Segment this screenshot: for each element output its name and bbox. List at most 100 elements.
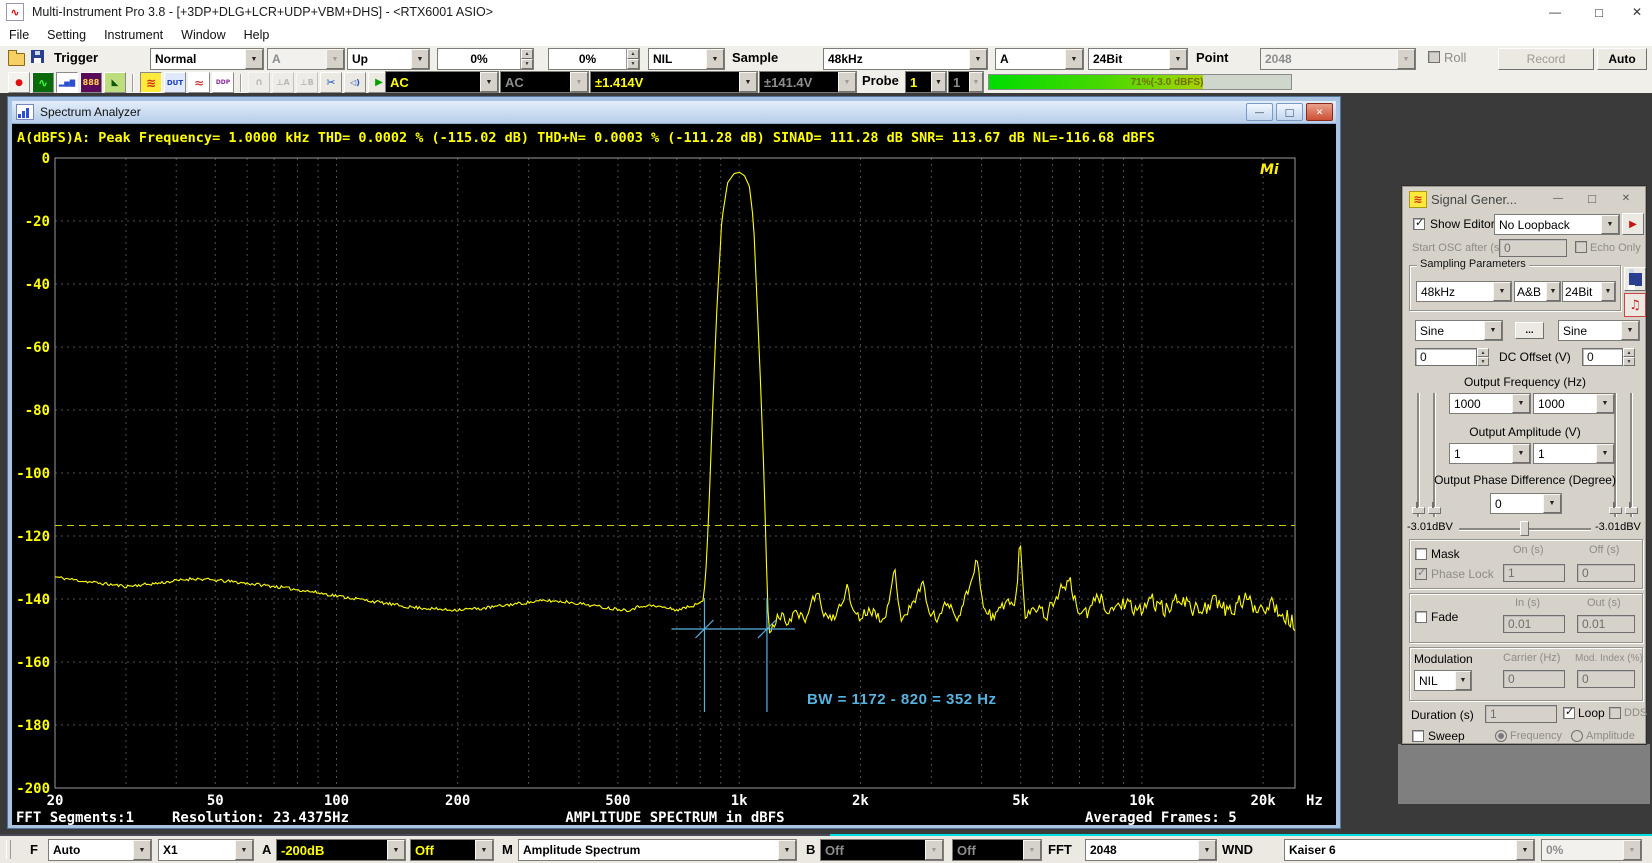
auto-button[interactable]: Auto (1597, 48, 1647, 70)
spinner-buttons[interactable] (1623, 348, 1635, 366)
dropdown-arrow-icon[interactable] (1065, 49, 1083, 69)
spin-down-icon[interactable] (1623, 357, 1635, 366)
close-icon[interactable] (1622, 0, 1652, 24)
a-range-select[interactable]: -200dB (276, 839, 406, 861)
dropdown-arrow-icon[interactable] (1543, 494, 1561, 513)
maximize-icon[interactable] (1580, 0, 1618, 24)
dropdown-arrow-icon[interactable] (778, 840, 796, 860)
phase-difference-select[interactable]: 0 (1490, 493, 1562, 514)
dropdown-arrow-icon[interactable] (969, 49, 987, 69)
open-file-icon[interactable] (8, 53, 25, 66)
probe-calibration-icon[interactable]: ✂ (320, 72, 342, 93)
maximize-icon[interactable] (1583, 191, 1601, 206)
amplitude-a-select[interactable]: 1 (1449, 443, 1531, 464)
menu-instrument[interactable]: Instrument (95, 28, 172, 42)
spin-down-icon[interactable] (1477, 357, 1489, 366)
frequency-b-select[interactable]: 1000 (1533, 393, 1615, 414)
save-file-icon[interactable] (31, 50, 44, 63)
fade-checkbox[interactable] (1415, 611, 1427, 623)
derived-data-point-icon[interactable]: ≈ (188, 72, 210, 93)
spin-down-icon[interactable] (521, 59, 533, 69)
fader-track-a1[interactable] (1417, 393, 1419, 517)
fader-track-b2[interactable] (1630, 393, 1632, 517)
frequency-a-select[interactable]: 1000 (1449, 393, 1531, 414)
minimize-icon[interactable] (1246, 103, 1273, 121)
dropdown-arrow-icon[interactable] (931, 72, 946, 92)
trigger-hpf-select[interactable]: NIL (648, 48, 725, 70)
maximize-icon[interactable] (1276, 103, 1303, 121)
coupling-a-select[interactable]: AC (385, 71, 499, 93)
sample-bits-select[interactable]: 24Bit (1088, 48, 1188, 70)
spinner-buttons[interactable] (626, 49, 639, 69)
balance-slider-handle[interactable] (1520, 521, 1529, 536)
cursor-reader-b-icon[interactable]: ⊥B (296, 72, 318, 93)
dropdown-arrow-icon[interactable] (1601, 282, 1615, 301)
dropdown-arrow-icon[interactable] (1621, 321, 1639, 340)
fft-size-select[interactable]: 2048 (1085, 839, 1217, 861)
dropdown-arrow-icon[interactable] (1596, 444, 1614, 463)
dropdown-arrow-icon[interactable] (1512, 394, 1530, 413)
range-a-select[interactable]: ±1.414V (590, 71, 758, 93)
minimize-icon[interactable] (1549, 191, 1567, 206)
spin-up-icon[interactable] (521, 49, 533, 59)
fader-handle[interactable] (1609, 507, 1622, 514)
menu-help[interactable]: Help (235, 28, 279, 42)
generator-run-icon[interactable]: ▶ (1622, 213, 1644, 235)
sample-channel-select[interactable]: A (995, 48, 1084, 70)
spectrum-window-titlebar[interactable]: Spectrum Analyzer (12, 101, 1336, 124)
fader-track-a2[interactable] (1433, 393, 1435, 517)
trigger-mode-select[interactable]: Normal (150, 48, 264, 70)
dropdown-arrow-icon[interactable] (387, 840, 405, 860)
fader-handle[interactable] (1428, 507, 1441, 514)
save-signal-button[interactable] (1624, 267, 1646, 291)
close-icon[interactable] (1617, 191, 1635, 206)
dropdown-arrow-icon[interactable] (411, 49, 429, 69)
dropdown-arrow-icon[interactable] (475, 840, 493, 860)
spectrum-chart[interactable]: 0-20-40-60-80-100-120-140-160-180-200205… (12, 152, 1336, 825)
loop-checkbox[interactable] (1563, 707, 1575, 719)
spectrum-analyzer-icon[interactable]: ▂▅▇ (56, 72, 78, 93)
dropdown-arrow-icon[interactable] (1198, 840, 1216, 860)
show-editor-checkbox[interactable] (1413, 218, 1425, 230)
waveform-a-select[interactable]: Sine (1415, 320, 1503, 341)
loopback-select[interactable]: No Loopback (1494, 214, 1620, 235)
title-bar[interactable]: ∿ Multi-Instrument Pro 3.8 - [+3DP+DLG+L… (0, 0, 1652, 25)
dropdown-arrow-icon[interactable] (1596, 394, 1614, 413)
dc-offset-a-field[interactable]: 0 (1415, 348, 1477, 366)
generator-channels-select[interactable]: A&B (1514, 281, 1561, 302)
music-note-icon[interactable]: ♫ (1624, 293, 1646, 317)
spectrum-3d-plot-icon[interactable]: ◣ (104, 72, 126, 93)
dropdown-arrow-icon[interactable] (1455, 671, 1471, 690)
trigger-delay-stepper[interactable]: 0% (548, 48, 640, 70)
sample-rate-select[interactable]: 48kHz (823, 48, 988, 70)
dropdown-arrow-icon[interactable] (1601, 215, 1619, 234)
plot-area[interactable]: 0-20-40-60-80-100-120-140-160-180-200205… (12, 152, 1336, 825)
menu-setting[interactable]: Setting (38, 28, 95, 42)
dropdown-arrow-icon[interactable] (480, 72, 498, 92)
waveform-b-select[interactable]: Sine (1558, 320, 1640, 341)
dropdown-arrow-icon[interactable] (235, 840, 253, 860)
mask-checkbox[interactable] (1415, 548, 1427, 560)
cursor-reader-a-icon[interactable]: ⊥A (272, 72, 294, 93)
window-function-select[interactable]: Kaiser 6 (1284, 839, 1535, 861)
dropdown-arrow-icon[interactable] (1484, 321, 1502, 340)
menu-window[interactable]: Window (172, 28, 234, 42)
close-icon[interactable] (1306, 103, 1333, 121)
spin-up-icon[interactable] (1623, 348, 1635, 357)
a-reference-select[interactable]: Off (410, 839, 494, 861)
spinner-buttons[interactable] (1477, 348, 1489, 366)
generator-titlebar[interactable]: ≋ Signal Gener... (1403, 187, 1645, 211)
spin-up-icon[interactable] (1477, 348, 1489, 357)
frequency-range-select[interactable]: Auto (48, 839, 152, 861)
more-options-button[interactable]: ... (1515, 322, 1544, 339)
probe-a-select[interactable]: 1 (905, 71, 947, 93)
generator-bits-select[interactable]: 24Bit (1562, 281, 1616, 302)
speaker-icon[interactable]: ◁) (344, 72, 366, 93)
sweep-checkbox[interactable] (1412, 730, 1424, 742)
dc-offset-b-field[interactable]: 0 (1582, 348, 1623, 366)
spinner-buttons[interactable] (520, 49, 533, 69)
generator-sample-rate-select[interactable]: 48kHz (1416, 281, 1512, 302)
record-icon[interactable]: ● (8, 72, 30, 93)
menu-file[interactable]: File (0, 28, 38, 42)
fader-handle[interactable] (1412, 507, 1425, 514)
